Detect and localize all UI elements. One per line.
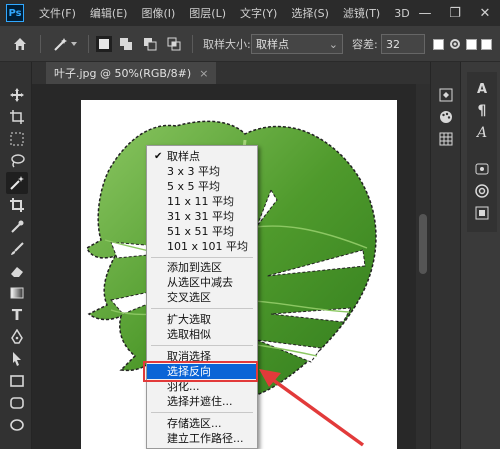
menu-image[interactable]: 图像(I) <box>134 5 182 21</box>
sample-size-select[interactable]: 取样点 ⌄ <box>251 34 343 54</box>
gradient-icon[interactable] <box>6 282 28 304</box>
sample-size-label: 取样大小: <box>203 38 251 51</box>
menu-item-51x51-average[interactable]: 51 x 51 平均 <box>147 224 257 239</box>
menu-type[interactable]: 文字(Y) <box>233 5 284 21</box>
document-tab-bar: 叶子.jpg @ 50%(RGB/8#) × <box>32 62 430 84</box>
annotation-highlight-box <box>143 361 258 382</box>
document-tab[interactable]: 叶子.jpg @ 50%(RGB/8#) × <box>46 62 217 84</box>
collapsed-panel-dock <box>431 62 461 449</box>
sample-size-value: 取样点 <box>256 38 289 51</box>
options-bar: 取样大小: 取样点 ⌄ 容差: 32 <box>0 26 500 62</box>
tolerance-input[interactable]: 32 <box>381 34 425 54</box>
eraser-icon[interactable] <box>6 260 28 282</box>
menu-select[interactable]: 选择(S) <box>284 5 336 21</box>
menu-separator <box>151 412 253 413</box>
menu-item-5x5-average[interactable]: 5 x 5 平均 <box>147 179 257 194</box>
magic-wand-icon[interactable] <box>6 172 28 194</box>
add-to-selection-icon[interactable] <box>118 26 134 62</box>
crop-icon[interactable] <box>6 194 28 216</box>
history-icon[interactable] <box>435 84 457 106</box>
brush-icon[interactable] <box>6 238 28 260</box>
adjustments-icon[interactable] <box>471 202 493 224</box>
menu-item-subtract-from-selection[interactable]: 从选区中减去 <box>147 275 257 290</box>
scrollbar-thumb[interactable] <box>419 214 427 274</box>
type-icon[interactable]: T <box>6 304 28 326</box>
menu-file[interactable]: 文件(F) <box>32 5 83 21</box>
chevron-down-icon: ⌄ <box>328 37 338 51</box>
subtract-from-selection-icon[interactable] <box>142 26 158 62</box>
marquee-icon[interactable] <box>6 128 28 150</box>
vertical-scrollbar[interactable] <box>416 84 430 449</box>
window-controls: — ❐ ✕ <box>410 0 500 26</box>
right-panel-column: A ¶ A <box>430 62 500 449</box>
move-icon[interactable] <box>6 84 28 106</box>
restore-icon[interactable]: ❐ <box>440 0 470 26</box>
checkmark-icon: ✔ <box>154 151 163 162</box>
photoshop-logo-icon: Ps <box>6 4 24 22</box>
close-tab-icon[interactable]: × <box>199 67 208 80</box>
rounded-rectangle-icon[interactable] <box>6 392 28 414</box>
minimize-icon[interactable]: — <box>410 0 440 26</box>
color-palette-icon[interactable] <box>435 106 457 128</box>
tools-panel: T <box>0 62 32 449</box>
menu-item-point-sample[interactable]: ✔ 取样点 <box>147 149 257 164</box>
path-select-icon[interactable] <box>6 348 28 370</box>
eyedropper-icon[interactable] <box>6 216 28 238</box>
learn-icon[interactable] <box>471 158 493 180</box>
annotation-arrow-icon <box>259 369 365 447</box>
settings-gear-icon[interactable] <box>448 26 462 62</box>
ellipse-icon[interactable] <box>6 414 28 436</box>
menu-item-101x101-average[interactable]: 101 x 101 平均 <box>147 239 257 254</box>
home-icon[interactable] <box>12 26 28 62</box>
lasso-icon[interactable] <box>6 150 28 172</box>
menu-edit[interactable]: 编辑(E) <box>83 5 135 21</box>
menu-layer[interactable]: 图层(L) <box>182 5 233 21</box>
menu-item-3x3-average[interactable]: 3 x 3 平均 <box>147 164 257 179</box>
glyphs-icon[interactable]: A <box>471 122 493 144</box>
contiguous-checkbox[interactable] <box>466 26 477 62</box>
menu-item-11x11-average[interactable]: 11 x 11 平均 <box>147 194 257 209</box>
menu-separator <box>151 308 253 309</box>
document-tab-title: 叶子.jpg @ 50%(RGB/8#) <box>54 67 192 80</box>
new-selection-icon[interactable] <box>96 26 112 62</box>
menu-item-add-to-selection[interactable]: 添加到选区 <box>147 260 257 275</box>
character-icon[interactable]: A <box>471 78 493 100</box>
menu-filter[interactable]: 滤镜(T) <box>336 5 387 21</box>
menu-item-31x31-average[interactable]: 31 x 31 平均 <box>147 209 257 224</box>
close-icon[interactable]: ✕ <box>470 0 500 26</box>
anti-alias-checkbox[interactable] <box>433 26 444 62</box>
menu-item-save-selection[interactable]: 存储选区... <box>147 416 257 431</box>
panel-icons-dock: A ¶ A <box>467 72 497 232</box>
menu-item-intersect-selection[interactable]: 交叉选区 <box>147 290 257 305</box>
menubar: Ps 文件(F) 编辑(E) 图像(I) 图层(L) 文字(Y) 选择(S) 滤… <box>0 0 500 26</box>
menu-item-make-work-path[interactable]: 建立工作路径... <box>147 431 257 446</box>
libraries-icon[interactable] <box>471 180 493 202</box>
menu-item-grow[interactable]: 扩大选取 <box>147 312 257 327</box>
paragraph-icon[interactable]: ¶ <box>471 100 493 122</box>
magic-wand-context-menu: ✔ 取样点 3 x 3 平均 5 x 5 平均 11 x 11 平均 31 x … <box>146 145 258 449</box>
tolerance-label: 容差: <box>352 38 378 51</box>
rectangle-icon[interactable] <box>6 370 28 392</box>
sample-all-layers-checkbox[interactable] <box>481 26 492 62</box>
pen-icon[interactable] <box>6 326 28 348</box>
intersect-selection-icon[interactable] <box>166 26 182 62</box>
artboard-icon[interactable] <box>6 106 28 128</box>
magic-wand-preset-icon[interactable] <box>52 26 78 62</box>
menu-separator <box>151 345 253 346</box>
menu-item-similar[interactable]: 选取相似 <box>147 327 257 342</box>
menu-separator <box>151 257 253 258</box>
swatches-grid-icon[interactable] <box>435 128 457 150</box>
menu-item-select-and-mask[interactable]: 选择并遮住... <box>147 394 257 409</box>
